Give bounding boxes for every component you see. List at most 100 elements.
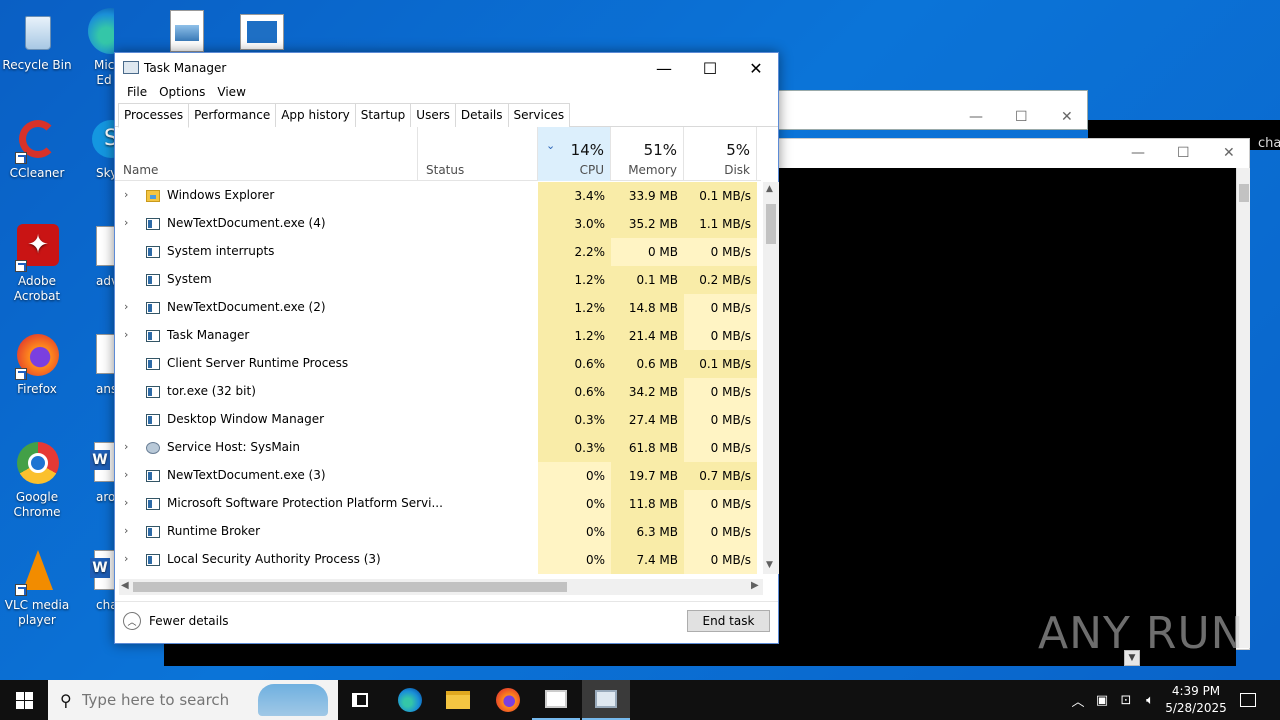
- process-row[interactable]: › NewTextDocument.exe (3) 0% 19.7 MB 0.7 MB/…: [115, 462, 761, 490]
- vertical-scrollbar[interactable]: ▲ ▼: [763, 182, 779, 574]
- scrollbar-thumb[interactable]: [766, 204, 776, 244]
- close-button[interactable]: ✕: [733, 53, 779, 83]
- console-scroll-down-icon[interactable]: ▼: [1124, 650, 1140, 666]
- tab-app-history[interactable]: App history: [275, 103, 356, 127]
- taskbar-search-box[interactable]: ⚲: [48, 680, 338, 720]
- show-hidden-icons-chevron-up-icon[interactable]: ︿: [1066, 691, 1090, 710]
- desktop-icon-skype[interactable]: S Sky: [76, 116, 114, 181]
- expand-chevron-right-icon[interactable]: ›: [124, 524, 134, 537]
- expand-chevron-right-icon[interactable]: ›: [124, 188, 134, 201]
- process-row[interactable]: Client Server Runtime Process 0.6% 0.6 MB 0…: [115, 350, 761, 378]
- menu-view[interactable]: View: [211, 83, 251, 103]
- process-row[interactable]: › Runtime Broker 0% 6.3 MB 0 MB/s: [115, 518, 761, 546]
- process-row[interactable]: › Windows Explorer 3.4% 33.9 MB 0.1 MB/s: [115, 182, 761, 210]
- column-header-memory[interactable]: 51% Memory: [611, 127, 684, 181]
- expand-chevron-right-icon[interactable]: ›: [124, 552, 134, 565]
- scroll-left-icon[interactable]: ◀: [121, 580, 129, 591]
- scroll-up-icon[interactable]: ▲: [766, 184, 773, 194]
- taskbar-clock[interactable]: 4:39 PM 5/28/2025: [1160, 683, 1232, 717]
- minimize-icon[interactable]: —: [1131, 145, 1145, 161]
- process-row[interactable]: › Local Security Authority Process (3) 0% 7…: [115, 546, 761, 574]
- taskbar-edge[interactable]: [386, 680, 434, 720]
- expand-chevron-right-icon[interactable]: ›: [124, 216, 134, 229]
- taskbar-task-manager[interactable]: [582, 680, 630, 720]
- maximize-icon[interactable]: ☐: [1177, 145, 1190, 161]
- column-header-disk[interactable]: 5% Disk: [684, 127, 757, 181]
- desktop-icon-ccleaner[interactable]: CCleaner: [0, 116, 74, 181]
- desktop-icon-firefox[interactable]: Firefox: [0, 332, 74, 397]
- desktop-icon-charge[interactable]: W charge: [76, 548, 114, 613]
- search-icon: ⚲: [60, 690, 72, 710]
- menu-options[interactable]: Options: [153, 83, 211, 103]
- process-memory: 61.8 MB: [611, 434, 684, 462]
- volume-icon[interactable]: 🔈︎: [1138, 693, 1162, 708]
- close-icon[interactable]: ✕: [1061, 109, 1073, 125]
- column-header-name[interactable]: Name: [115, 127, 418, 181]
- process-row[interactable]: System 1.2% 0.1 MB 0.2 MB/s: [115, 266, 761, 294]
- desktop-icon-edge[interactable]: Micro Ed: [76, 8, 114, 88]
- process-row[interactable]: › NewTextDocument.exe (4) 3.0% 35.2 MB 1.1 M…: [115, 210, 761, 238]
- desktop-icon-app-window[interactable]: [240, 14, 284, 50]
- expand-chevron-right-icon[interactable]: ›: [124, 496, 134, 509]
- expand-chevron-right-icon[interactable]: ›: [124, 300, 134, 313]
- process-row[interactable]: › Service Host: SysMain 0.3% 61.8 MB 0 MB/s: [115, 434, 761, 462]
- process-row[interactable]: tor.exe (32 bit) 0.6% 34.2 MB 0 MB/s: [115, 378, 761, 406]
- process-disk: 0.2 MB/s: [684, 266, 757, 294]
- scroll-down-icon[interactable]: ▼: [766, 560, 773, 570]
- desktop-icon-recycle-bin[interactable]: Recycle Bin: [0, 8, 74, 73]
- tab-details[interactable]: Details: [454, 103, 509, 127]
- process-disk: 0 MB/s: [684, 238, 757, 266]
- title-bar[interactable]: Task Manager — ☐ ✕: [115, 53, 778, 83]
- maximize-button[interactable]: ☐: [687, 53, 733, 83]
- app-icon: [146, 302, 160, 314]
- desktop-icon-google-chrome[interactable]: Google Chrome: [0, 440, 74, 520]
- search-input[interactable]: [81, 691, 262, 709]
- process-row[interactable]: › Task Manager 1.2% 21.4 MB 0 MB/s: [115, 322, 761, 350]
- process-name: tor.exe (32 bit): [167, 384, 256, 398]
- taskbar-firefox[interactable]: [484, 680, 532, 720]
- console-scrollbar[interactable]: [1236, 168, 1250, 648]
- minimize-icon[interactable]: —: [969, 109, 983, 125]
- task-view-button[interactable]: [336, 680, 384, 720]
- column-header-cpu[interactable]: ⌄ 14% CPU: [538, 127, 611, 181]
- maximize-icon[interactable]: ☐: [1015, 109, 1028, 125]
- process-row[interactable]: Desktop Window Manager 0.3% 27.4 MB 0 MB/s: [115, 406, 761, 434]
- tab-services[interactable]: Services: [507, 103, 571, 127]
- start-button[interactable]: [0, 680, 48, 720]
- process-row[interactable]: › Microsoft Software Protection Platform …: [115, 490, 761, 518]
- desktop-icon-adobe-acrobat[interactable]: ✦ Adobe Acrobat: [0, 224, 74, 304]
- scroll-right-icon[interactable]: ▶: [751, 580, 759, 591]
- table-header: Name Status ⌄ 14% CPU 51% Memory 5% Disk: [115, 127, 761, 181]
- network-icon[interactable]: ⊡: [1114, 693, 1138, 708]
- desktop-icon-vlc[interactable]: VLC media player: [0, 548, 74, 628]
- desktop-icon-answer[interactable]: answe: [76, 332, 114, 397]
- close-icon[interactable]: ✕: [1223, 145, 1235, 161]
- process-row[interactable]: System interrupts 2.2% 0 MB 0 MB/s: [115, 238, 761, 266]
- tab-startup[interactable]: Startup: [354, 103, 412, 127]
- taskbar-console-app[interactable]: [532, 680, 580, 720]
- task-manager-window[interactable]: Task Manager — ☐ ✕ File Options View Pro…: [114, 52, 779, 644]
- tab-users[interactable]: Users: [410, 103, 456, 127]
- horizontal-scrollbar[interactable]: ◀ ▶: [119, 579, 763, 595]
- desktop-icon-image-file[interactable]: [170, 10, 204, 52]
- minimize-button[interactable]: —: [641, 53, 687, 83]
- menu-file[interactable]: File: [121, 83, 153, 103]
- column-header-status[interactable]: Status: [418, 127, 538, 181]
- expand-chevron-right-icon[interactable]: ›: [124, 328, 134, 341]
- desktop-icon-around[interactable]: W around: [76, 440, 114, 505]
- scrollbar-thumb[interactable]: [133, 582, 567, 592]
- process-name: Runtime Broker: [167, 524, 261, 538]
- taskbar-file-explorer[interactable]: [434, 680, 482, 720]
- device-icon[interactable]: ▣: [1090, 693, 1114, 708]
- desktop-icon-advice[interactable]: advic: [76, 224, 114, 289]
- tab-processes[interactable]: Processes: [118, 103, 190, 128]
- tab-performance[interactable]: Performance: [188, 103, 277, 127]
- end-task-button[interactable]: End task: [687, 610, 770, 632]
- expand-chevron-right-icon[interactable]: ›: [124, 468, 134, 481]
- expand-chevron-right-icon[interactable]: ›: [124, 440, 134, 453]
- background-window-1[interactable]: — ☐ ✕: [778, 90, 1088, 130]
- fewer-details-button[interactable]: ︿ Fewer details: [123, 612, 229, 630]
- process-row[interactable]: › NewTextDocument.exe (2) 1.2% 14.8 MB 0 MB/…: [115, 294, 761, 322]
- notification-center-button[interactable]: [1232, 680, 1264, 720]
- scrollbar-thumb[interactable]: [1239, 184, 1249, 202]
